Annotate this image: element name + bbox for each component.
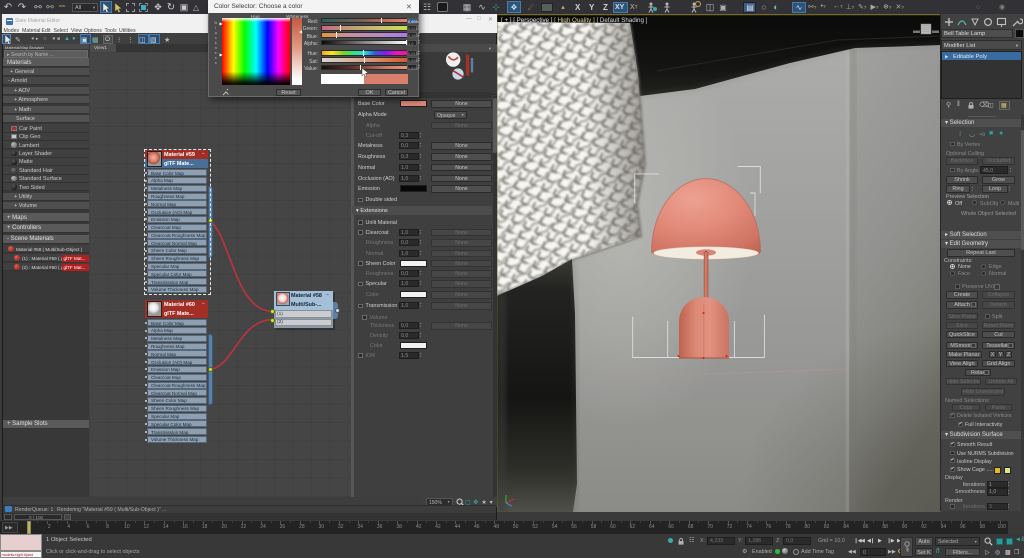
- svg-text:[ + ] [ Perspective ] [ High Q: [ + ] [ Perspective ] [ High Quality ] […: [501, 17, 648, 24]
